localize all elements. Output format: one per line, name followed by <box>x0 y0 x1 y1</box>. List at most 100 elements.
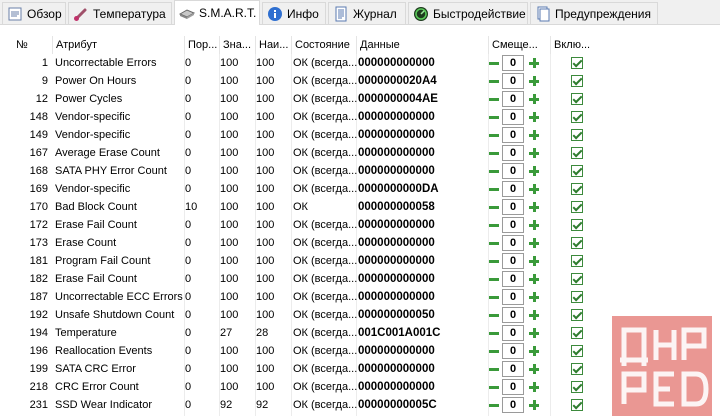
table-row[interactable]: 168 SATA PHY Error Count 0 100 100 ОК (всегда… <box>13 162 713 180</box>
enabled-checkbox[interactable] <box>571 219 583 231</box>
plus-icon[interactable] <box>528 237 540 249</box>
offset-input[interactable]: 0 <box>502 289 524 305</box>
enabled-checkbox[interactable] <box>571 93 583 105</box>
plus-icon[interactable] <box>528 183 540 195</box>
tab-overview[interactable]: Обзор <box>2 2 66 24</box>
table-row[interactable]: 172 Erase Fail Count 0 100 100 ОК (всегда... 0… <box>13 216 713 234</box>
table-row[interactable]: 196 Reallocation Events 0 100 100 ОК (всегда.… <box>13 342 713 360</box>
table-row[interactable]: 149 Vendor-specific 0 100 100 ОК (всегда... 00… <box>13 126 713 144</box>
plus-icon[interactable] <box>528 363 540 375</box>
table-row[interactable]: 231 SSD Wear Indicator 0 92 92 ОК (всегда... 0… <box>13 396 713 414</box>
col-attribute[interactable]: Атрибут <box>53 36 185 54</box>
col-num[interactable]: № <box>13 36 53 54</box>
minus-icon[interactable] <box>488 291 500 303</box>
plus-icon[interactable] <box>528 399 540 411</box>
tab-warnings[interactable]: Предупреждения <box>530 2 658 24</box>
offset-input[interactable]: 0 <box>502 181 524 197</box>
enabled-checkbox[interactable] <box>571 399 583 411</box>
offset-input[interactable]: 0 <box>502 397 524 413</box>
table-row[interactable]: 167 Average Erase Count 0 100 100 ОК (всегда.… <box>13 144 713 162</box>
minus-icon[interactable] <box>488 165 500 177</box>
minus-icon[interactable] <box>488 147 500 159</box>
col-worst[interactable]: Наи... <box>256 36 292 54</box>
table-row[interactable]: 170 Bad Block Count 10 100 100 ОК 000000000058… <box>13 198 713 216</box>
offset-input[interactable]: 0 <box>502 217 524 233</box>
offset-input[interactable]: 0 <box>502 343 524 359</box>
minus-icon[interactable] <box>488 237 500 249</box>
enabled-checkbox[interactable] <box>571 147 583 159</box>
offset-input[interactable]: 0 <box>502 271 524 287</box>
plus-icon[interactable] <box>528 165 540 177</box>
minus-icon[interactable] <box>488 129 500 141</box>
plus-icon[interactable] <box>528 201 540 213</box>
enabled-checkbox[interactable] <box>571 57 583 69</box>
minus-icon[interactable] <box>488 273 500 285</box>
minus-icon[interactable] <box>488 363 500 375</box>
table-row[interactable]: 181 Program Fail Count 0 100 100 ОК (всегда..… <box>13 252 713 270</box>
offset-input[interactable]: 0 <box>502 91 524 107</box>
col-enabled[interactable]: Вклю... <box>551 36 711 54</box>
enabled-checkbox[interactable] <box>571 309 583 321</box>
enabled-checkbox[interactable] <box>571 111 583 123</box>
offset-input[interactable]: 0 <box>502 325 524 341</box>
minus-icon[interactable] <box>488 201 500 213</box>
minus-icon[interactable] <box>488 219 500 231</box>
plus-icon[interactable] <box>528 345 540 357</box>
plus-icon[interactable] <box>528 219 540 231</box>
offset-input[interactable]: 0 <box>502 55 524 71</box>
offset-input[interactable]: 0 <box>502 109 524 125</box>
minus-icon[interactable] <box>488 183 500 195</box>
tab-performance[interactable]: Быстродействие <box>408 2 528 24</box>
enabled-checkbox[interactable] <box>571 273 583 285</box>
tab-smart[interactable]: S.M.A.R.T. <box>174 0 260 25</box>
offset-input[interactable]: 0 <box>502 235 524 251</box>
table-row[interactable]: 182 Erase Fail Count 0 100 100 ОК (всегда... 0… <box>13 270 713 288</box>
plus-icon[interactable] <box>528 381 540 393</box>
col-status[interactable]: Состояние <box>292 36 357 54</box>
col-offset[interactable]: Смеще... <box>489 36 551 54</box>
table-row[interactable]: 173 Erase Count 0 100 100 ОК (всегда... 000000… <box>13 234 713 252</box>
minus-icon[interactable] <box>488 399 500 411</box>
table-row[interactable]: 187 Uncorrectable ECC Errors 0 100 100 ОК (вс… <box>13 288 713 306</box>
plus-icon[interactable] <box>528 273 540 285</box>
tab-journal[interactable]: Журнал <box>328 2 406 24</box>
enabled-checkbox[interactable] <box>571 75 583 87</box>
enabled-checkbox[interactable] <box>571 345 583 357</box>
table-row[interactable]: 192 Unsafe Shutdown Count 0 100 100 ОК (всегд… <box>13 306 713 324</box>
plus-icon[interactable] <box>528 291 540 303</box>
offset-input[interactable]: 0 <box>502 199 524 215</box>
offset-input[interactable]: 0 <box>502 163 524 179</box>
offset-input[interactable]: 0 <box>502 361 524 377</box>
offset-input[interactable]: 0 <box>502 379 524 395</box>
table-row[interactable]: 169 Vendor-specific 0 100 100 ОК (всегда... 00… <box>13 180 713 198</box>
offset-input[interactable]: 0 <box>502 127 524 143</box>
minus-icon[interactable] <box>488 93 500 105</box>
enabled-checkbox[interactable] <box>571 255 583 267</box>
enabled-checkbox[interactable] <box>571 327 583 339</box>
offset-input[interactable]: 0 <box>502 253 524 269</box>
offset-input[interactable]: 0 <box>502 73 524 89</box>
table-row[interactable]: 1 Uncorrectable Errors 0 100 100 ОК (всегда..… <box>13 54 713 72</box>
enabled-checkbox[interactable] <box>571 237 583 249</box>
table-row[interactable]: 148 Vendor-specific 0 100 100 ОК (всегда... 00… <box>13 108 713 126</box>
table-row[interactable]: 9 Power On Hours 0 100 100 ОК (всегда... 00000… <box>13 72 713 90</box>
minus-icon[interactable] <box>488 327 500 339</box>
enabled-checkbox[interactable] <box>571 363 583 375</box>
enabled-checkbox[interactable] <box>571 201 583 213</box>
plus-icon[interactable] <box>528 255 540 267</box>
plus-icon[interactable] <box>528 147 540 159</box>
plus-icon[interactable] <box>528 309 540 321</box>
minus-icon[interactable] <box>488 309 500 321</box>
enabled-checkbox[interactable] <box>571 165 583 177</box>
tab-temperature[interactable]: Температура <box>68 2 172 24</box>
minus-icon[interactable] <box>488 111 500 123</box>
enabled-checkbox[interactable] <box>571 183 583 195</box>
minus-icon[interactable] <box>488 57 500 69</box>
enabled-checkbox[interactable] <box>571 381 583 393</box>
table-row[interactable]: 194 Temperature 0 27 28 ОК (всегда... 001C001A… <box>13 324 713 342</box>
table-row[interactable]: 218 CRC Error Count 0 100 100 ОК (всегда... 00… <box>13 378 713 396</box>
minus-icon[interactable] <box>488 255 500 267</box>
offset-input[interactable]: 0 <box>502 145 524 161</box>
table-row[interactable]: 12 Power Cycles 0 100 100 ОК (всегда... 000000… <box>13 90 713 108</box>
tab-info[interactable]: Инфо <box>262 2 326 24</box>
